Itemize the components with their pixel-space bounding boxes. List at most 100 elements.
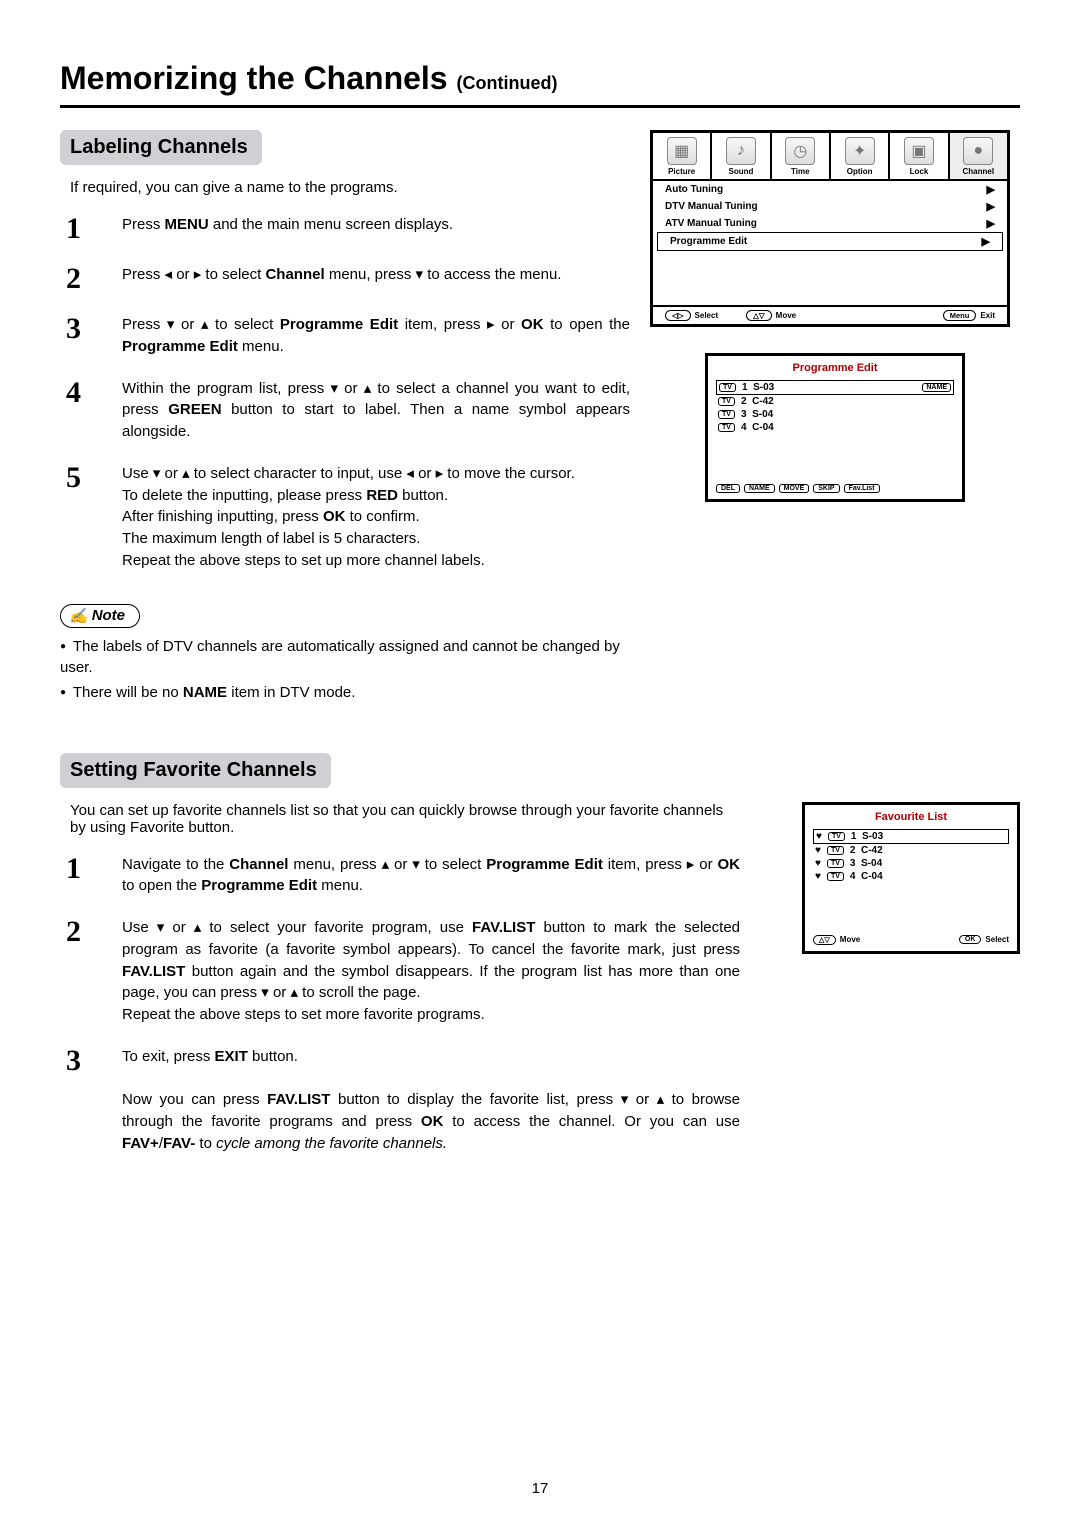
favourite-row: ♥TV3 S-04 <box>813 857 1009 870</box>
programme-edit-title: Programme Edit <box>716 362 954 374</box>
step-number: 2 <box>66 264 94 294</box>
osd-menu-row: DTV Manual Tuning▶ <box>653 198 1007 215</box>
chevron-right-icon: ▶ <box>987 200 995 213</box>
osd-tab: ◷ Time <box>772 133 831 179</box>
tab-icon: ◷ <box>785 137 815 165</box>
hand-icon: ✍ <box>69 607 88 625</box>
chevron-right-icon: ▶ <box>987 183 995 196</box>
step-body: Navigate to the Channel menu, press or t… <box>122 854 740 898</box>
favourite-row: ♥TV4 C-04 <box>813 870 1009 883</box>
tab-label: Lock <box>890 167 947 176</box>
page-title: Memorizing the Channels (Continued) <box>60 60 1020 97</box>
note-item: There will be no NAME item in DTV mode. <box>60 682 630 703</box>
title-rule <box>60 105 1020 108</box>
programme-row: TV4 C-04 <box>716 421 954 434</box>
osd-tab: ▣ Lock <box>890 133 949 179</box>
osd-footer-button: SKIP <box>813 484 839 493</box>
osd-footer-button: NAME <box>744 484 775 493</box>
step-number: 2 <box>66 917 94 947</box>
labeling-steps: 1 Press MENU and the main menu screen dis… <box>66 214 630 572</box>
tab-label: Channel <box>950 167 1007 176</box>
tab-icon: ● <box>963 137 993 165</box>
tab-label: Picture <box>653 167 710 176</box>
osd-footer-button: MOVE <box>779 484 810 493</box>
step-body: Within the program list, press or to sel… <box>122 378 630 443</box>
note-list: The labels of DTV channels are automatic… <box>60 636 630 703</box>
title-continued: (Continued) <box>456 73 557 93</box>
tab-icon: ▦ <box>667 137 697 165</box>
heart-icon: ♥ <box>815 871 821 882</box>
tv-chip: TV <box>719 383 736 392</box>
chevron-right-icon: ▶ <box>982 235 990 248</box>
osd-menu-row: Auto Tuning▶ <box>653 181 1007 198</box>
tab-icon: ▣ <box>904 137 934 165</box>
step-body: To exit, press EXIT button.Now you can p… <box>122 1046 740 1155</box>
osd-footer: ◁▷Select △▽Move MenuExit <box>653 305 1007 324</box>
step-item: 1 Press MENU and the main menu screen dis… <box>66 214 630 244</box>
osd-footer-button: Fav.List <box>844 484 880 493</box>
step-number: 3 <box>66 1046 94 1076</box>
step-number: 1 <box>66 214 94 244</box>
favorite-intro: You can set up favorite channels list so… <box>70 802 740 836</box>
osd-menu-row: Programme Edit▶ <box>657 232 1003 251</box>
osd-menu-rows: Auto Tuning▶DTV Manual Tuning▶ATV Manual… <box>653 181 1007 251</box>
osd-favourite-list: Favourite List ♥TV1 S-03♥TV2 C-42♥TV3 S-… <box>802 802 1020 954</box>
osd-tab: ♪ Sound <box>712 133 771 179</box>
osd-tab: ● Channel <box>950 133 1007 179</box>
favourite-list-rows: ♥TV1 S-03♥TV2 C-42♥TV3 S-04♥TV4 C-04 <box>813 829 1009 883</box>
favourite-row: ♥TV2 C-42 <box>813 844 1009 857</box>
step-number: 3 <box>66 314 94 344</box>
step-item: 2 Press or to select Channel menu, press … <box>66 264 630 294</box>
step-body: Press or to select Channel menu, press t… <box>122 264 630 286</box>
programme-edit-rows: TV1 S-03NAMETV2 C-42TV3 S-04TV4 C-04 <box>716 380 954 434</box>
step-body: Use or to select character to input, use… <box>122 463 630 572</box>
tv-chip: TV <box>828 832 845 841</box>
programme-edit-footer: DEL NAME MOVESKIP Fav.List <box>716 484 954 493</box>
tab-icon: ✦ <box>845 137 875 165</box>
osd-channel-menu: ▦Picture♪Sound◷Time✦Option▣Lock●Channel … <box>650 130 1010 327</box>
programme-row: TV3 S-04 <box>716 408 954 421</box>
chevron-right-icon: ▶ <box>987 217 995 230</box>
step-body: Press or to select Programme Edit item, … <box>122 314 630 358</box>
heart-icon: ♥ <box>815 845 821 856</box>
heart-icon: ♥ <box>816 831 822 842</box>
favourite-list-footer: △▽Move OKSelect <box>813 935 1009 945</box>
step-body: Use or to select your favorite program, … <box>122 917 740 1026</box>
labeling-intro: If required, you can give a name to the … <box>70 179 630 196</box>
step-body: Press MENU and the main menu screen disp… <box>122 214 630 236</box>
step-number: 4 <box>66 378 94 408</box>
osd-tab: ▦ Picture <box>653 133 712 179</box>
step-item: 1 Navigate to the Channel menu, press or … <box>66 854 740 898</box>
favourite-list-title: Favourite List <box>813 811 1009 823</box>
tab-icon: ♪ <box>726 137 756 165</box>
osd-footer-button: DEL <box>716 484 740 493</box>
tab-label: Time <box>772 167 829 176</box>
tab-label: Option <box>831 167 888 176</box>
step-item: 2 Use or to select your favorite program,… <box>66 917 740 1026</box>
osd-menu-row: ATV Manual Tuning▶ <box>653 215 1007 232</box>
step-item: 4 Within the program list, press or to se… <box>66 378 630 443</box>
tv-chip: TV <box>718 397 735 406</box>
programme-row: TV1 S-03NAME <box>716 380 954 395</box>
programme-row: TV2 C-42 <box>716 395 954 408</box>
note-item: The labels of DTV channels are automatic… <box>60 636 630 678</box>
step-item: 3 Press or to select Programme Edit item,… <box>66 314 630 358</box>
favorite-steps: 1 Navigate to the Channel menu, press or … <box>66 854 740 1155</box>
name-badge: NAME <box>922 383 951 392</box>
tv-chip: TV <box>718 423 735 432</box>
step-item: 5 Use or to select character to input, us… <box>66 463 630 572</box>
osd-tab: ✦ Option <box>831 133 890 179</box>
favourite-row: ♥TV1 S-03 <box>813 829 1009 844</box>
osd-tabs: ▦ Picture ♪ Sound ◷ Time ✦ Option ▣ Lock ● Channel <box>653 133 1007 181</box>
section-heading-favorite: Setting Favorite Channels <box>60 753 331 788</box>
tv-chip: TV <box>827 872 844 881</box>
title-main: Memorizing the Channels <box>60 60 448 96</box>
step-number: 5 <box>66 463 94 493</box>
osd-programme-edit: Programme Edit TV1 S-03NAMETV2 C-42TV3 S… <box>705 353 965 502</box>
tv-chip: TV <box>827 846 844 855</box>
tv-chip: TV <box>827 859 844 868</box>
step-number: 1 <box>66 854 94 884</box>
tab-label: Sound <box>712 167 769 176</box>
tv-chip: TV <box>718 410 735 419</box>
section-heading-labeling: Labeling Channels <box>60 130 262 165</box>
